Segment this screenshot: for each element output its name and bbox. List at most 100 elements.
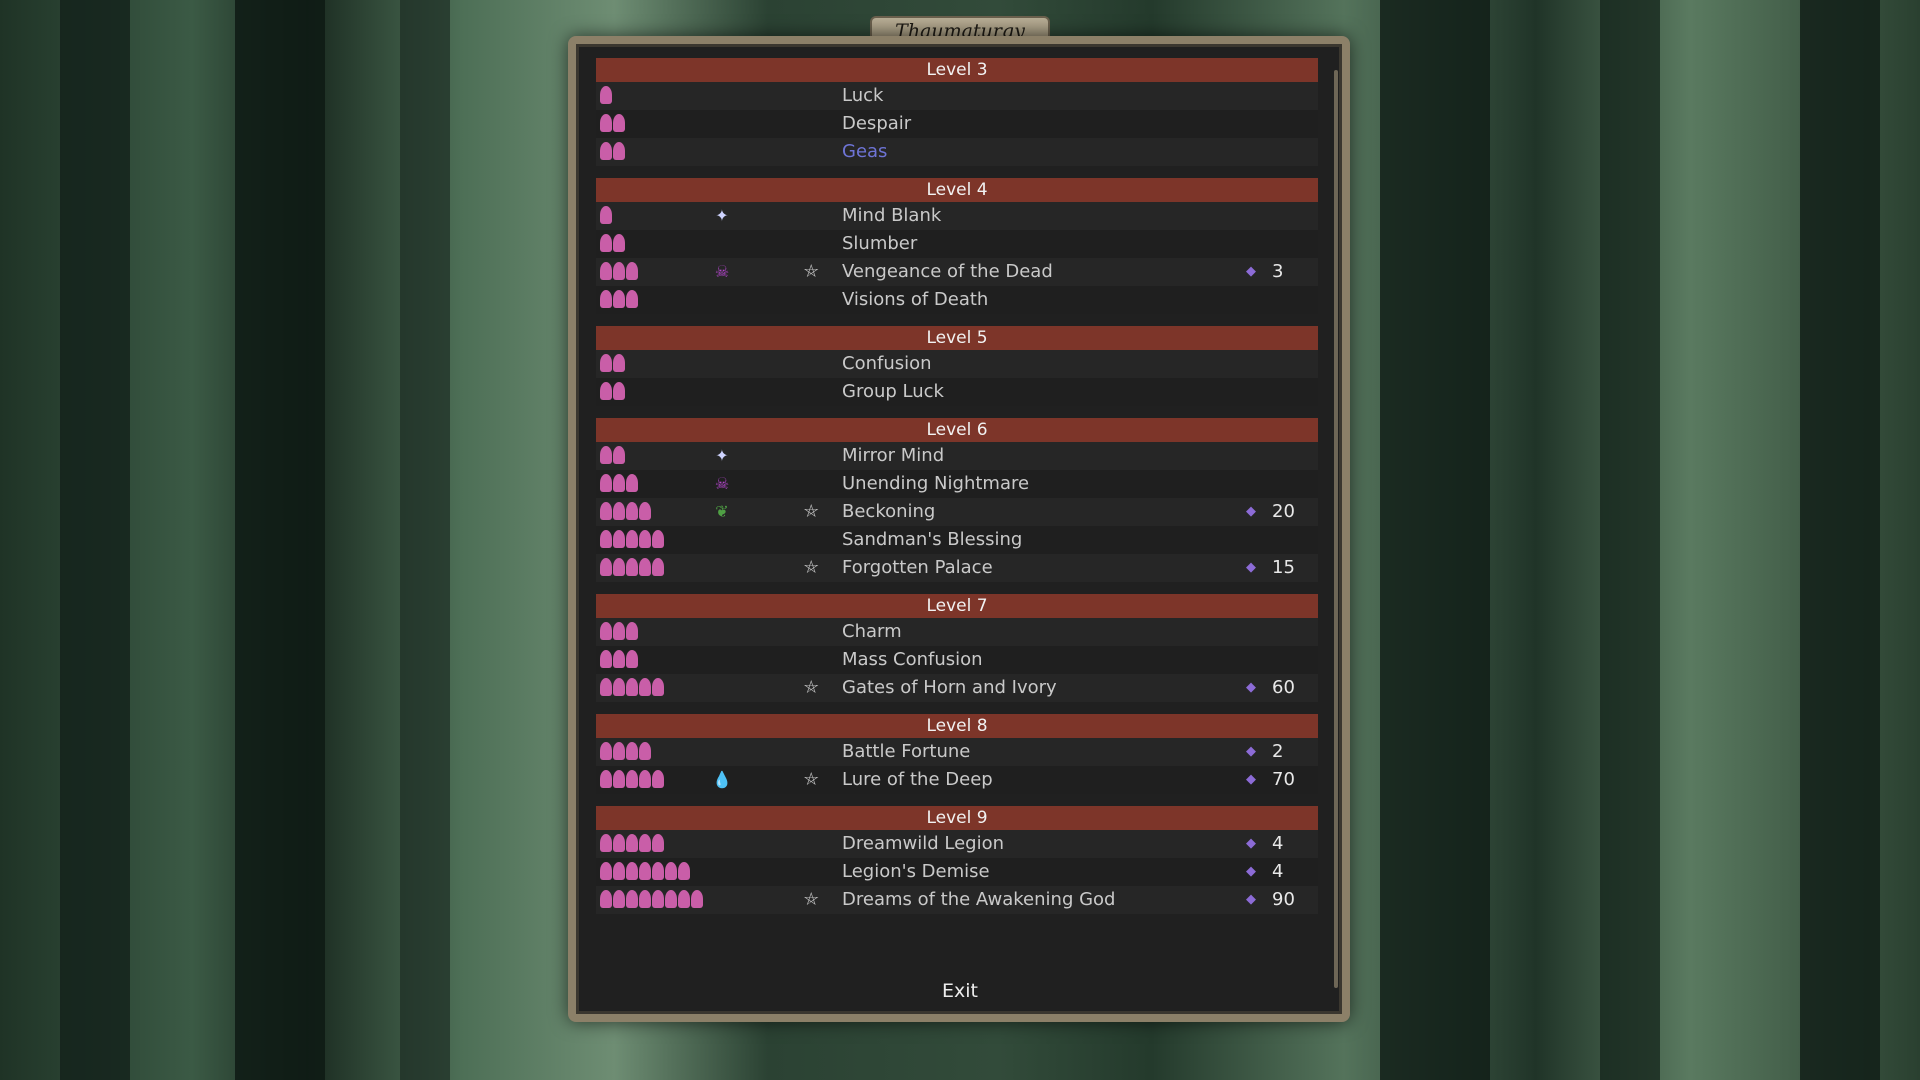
thaumaturgy-essence-icon <box>626 262 638 280</box>
thaumaturgy-essence-icon <box>600 862 612 880</box>
essence-cost-icons <box>600 770 664 790</box>
spell-row[interactable]: Despair <box>596 110 1318 138</box>
spell-name: Mind Blank <box>842 205 942 226</box>
spell-row[interactable]: Dreamwild Legion ◆ 4 <box>596 830 1318 858</box>
spell-row[interactable]: Group Luck <box>596 378 1318 406</box>
spell-row[interactable]: ⛤ Forgotten Palace ◆ 15 <box>596 554 1318 582</box>
thaumaturgy-essence-icon <box>652 678 664 696</box>
thaumaturgy-essence-icon <box>626 290 638 308</box>
spell-group: Dreamwild Legion ◆ 4 Legion's Demise ◆ 4 ⛤ Drea… <box>596 830 1318 914</box>
thaumaturgy-essence-icon <box>600 446 612 464</box>
spell-row[interactable]: 💧 ⛤ Lure of the Deep ◆ 70 <box>596 766 1318 794</box>
thaumaturgy-essence-icon <box>613 502 625 520</box>
spell-row[interactable]: ✦ Mirror Mind <box>596 442 1318 470</box>
exit-button[interactable]: Exit <box>920 980 1000 1002</box>
thaumaturgy-essence-icon <box>626 558 638 576</box>
gem-cost: 2 <box>1272 741 1284 762</box>
spell-row[interactable]: ❦ ⛤ Beckoning ◆ 20 <box>596 498 1318 526</box>
thaumaturgy-essence-icon <box>600 770 612 788</box>
thaumaturgy-essence-icon <box>639 834 651 852</box>
spell-row[interactable]: ☠ ⛤ Vengeance of the Dead ◆ 3 <box>596 258 1318 286</box>
thaumaturgy-essence-icon <box>600 290 612 308</box>
thaumaturgy-essence-icon <box>600 834 612 852</box>
gem-icon: ◆ <box>1246 680 1256 695</box>
thaumaturgy-essence-icon <box>600 114 612 132</box>
spell-group: ✦ Mirror Mind ☠ Unending Nightmare ❦ ⛤ Beckoni… <box>596 442 1318 582</box>
thaumaturgy-essence-icon <box>600 558 612 576</box>
thaumaturgy-essence-icon <box>652 530 664 548</box>
thaumaturgy-essence-icon <box>600 890 612 908</box>
thaumaturgy-essence-icon <box>613 474 625 492</box>
thaumaturgy-essence-icon <box>626 770 638 788</box>
spell-row[interactable]: ⛤ Dreams of the Awakening God ◆ 90 <box>596 886 1318 914</box>
spell-row[interactable]: Sandman's Blessing <box>596 526 1318 554</box>
thaumaturgy-essence-icon <box>626 530 638 548</box>
essence-cost-icons <box>600 678 664 698</box>
thaumaturgy-essence-icon <box>652 558 664 576</box>
spell-row[interactable]: ⛤ Gates of Horn and Ivory ◆ 60 <box>596 674 1318 702</box>
thaumaturgy-essence-icon <box>613 862 625 880</box>
spell-name: Sandman's Blessing <box>842 529 1023 550</box>
thaumaturgy-essence-icon <box>600 354 612 372</box>
thaumaturgy-essence-icon <box>639 558 651 576</box>
spell-row[interactable]: Luck <box>596 82 1318 110</box>
spell-name: Unending Nightmare <box>842 473 1030 494</box>
spell-row[interactable]: Confusion <box>596 350 1318 378</box>
spell-name: Group Luck <box>842 381 944 402</box>
thaumaturgy-essence-icon <box>626 834 638 852</box>
spell-row[interactable]: Battle Fortune ◆ 2 <box>596 738 1318 766</box>
essence-cost-icons <box>600 862 690 882</box>
thaumaturgy-essence-icon <box>613 262 625 280</box>
thaumaturgy-essence-icon <box>600 86 612 104</box>
spell-name: Charm <box>842 621 902 642</box>
pentacle-icon: ⛤ <box>804 889 819 910</box>
scrollbar[interactable] <box>1334 70 1338 988</box>
thaumaturgy-essence-icon <box>613 142 625 160</box>
essence-cost-icons <box>600 114 625 134</box>
thaumaturgy-essence-icon <box>678 862 690 880</box>
spell-list: Level 3 Luck Despair Geas Level 4 ✦ Mind Blank… <box>596 58 1318 914</box>
thaumaturgy-essence-icon <box>691 890 703 908</box>
thaumaturgy-essence-icon <box>613 770 625 788</box>
level-header: Level 4 <box>596 178 1318 202</box>
thaumaturgy-essence-icon <box>600 650 612 668</box>
spell-row[interactable]: Visions of Death <box>596 286 1318 314</box>
thaumaturgy-essence-icon <box>600 234 612 252</box>
thaumaturgy-essence-icon <box>626 890 638 908</box>
essence-cost-icons <box>600 86 612 106</box>
spell-row[interactable]: Geas <box>596 138 1318 166</box>
gem-cost: 70 <box>1272 769 1295 790</box>
thaumaturgy-essence-icon <box>613 234 625 252</box>
spell-name: Vengeance of the Dead <box>842 261 1053 282</box>
thaumaturgy-essence-icon <box>613 530 625 548</box>
thaumaturgy-essence-icon <box>613 354 625 372</box>
spell-name: Mass Confusion <box>842 649 983 670</box>
thaumaturgy-essence-icon <box>613 114 625 132</box>
spell-group: Confusion Group Luck <box>596 350 1318 406</box>
essence-cost-icons <box>600 558 664 578</box>
spell-row[interactable]: Charm <box>596 618 1318 646</box>
spell-name: Despair <box>842 113 912 134</box>
gem-icon: ◆ <box>1246 772 1256 787</box>
spell-row[interactable]: Slumber <box>596 230 1318 258</box>
essence-cost-icons <box>600 474 638 494</box>
gem-cost: 90 <box>1272 889 1295 910</box>
thaumaturgy-essence-icon <box>639 890 651 908</box>
thaumaturgy-essence-icon <box>639 742 651 760</box>
gem-icon: ◆ <box>1246 892 1256 907</box>
spell-row[interactable]: ✦ Mind Blank <box>596 202 1318 230</box>
thaumaturgy-essence-icon <box>613 834 625 852</box>
essence-cost-icons <box>600 290 638 310</box>
spell-name: Battle Fortune <box>842 741 971 762</box>
spell-row[interactable]: Legion's Demise ◆ 4 <box>596 858 1318 886</box>
gem-icon: ◆ <box>1246 836 1256 851</box>
water-drops-icon: 💧 <box>712 770 732 789</box>
thaumaturgy-essence-icon <box>600 530 612 548</box>
essence-cost-icons <box>600 834 664 854</box>
spell-row[interactable]: ☠ Unending Nightmare <box>596 470 1318 498</box>
spell-row[interactable]: Mass Confusion <box>596 646 1318 674</box>
thaumaturgy-essence-icon <box>600 678 612 696</box>
thaumaturgy-essence-icon <box>652 890 664 908</box>
level-header: Level 8 <box>596 714 1318 738</box>
spell-name: Legion's Demise <box>842 861 990 882</box>
